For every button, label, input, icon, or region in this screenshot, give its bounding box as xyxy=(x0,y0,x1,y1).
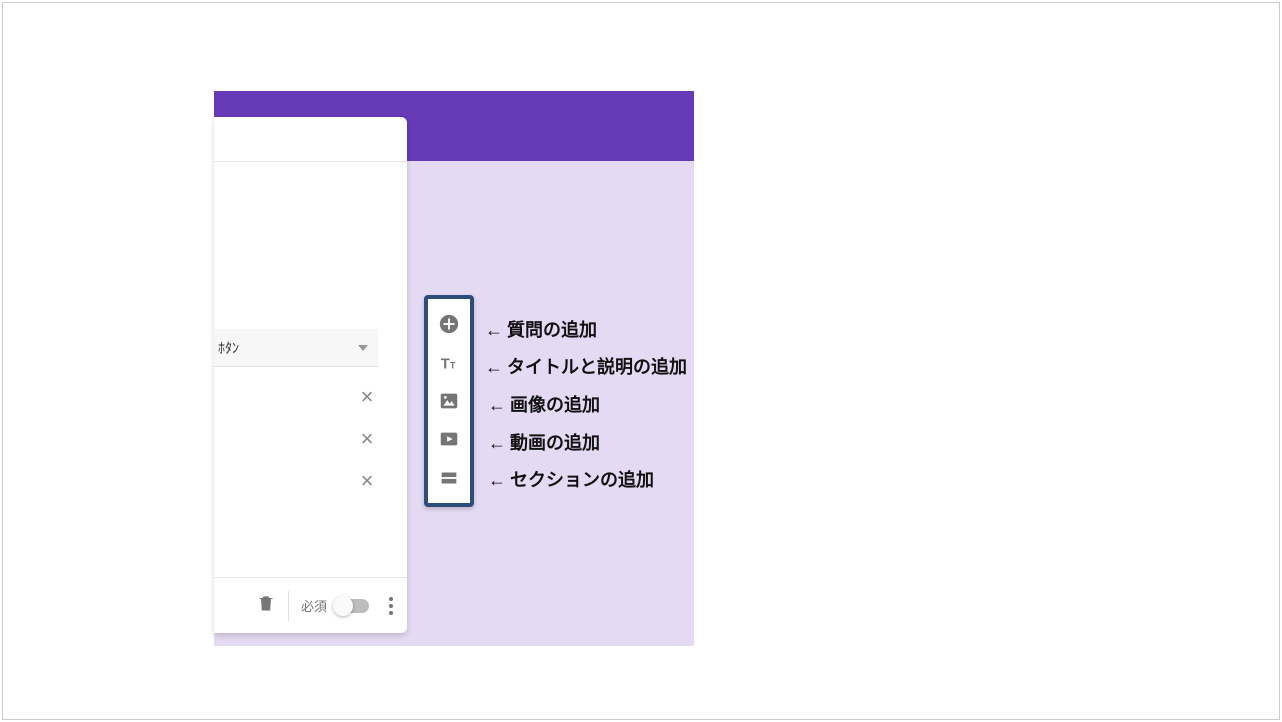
annotation-add-video: ←動画の追加 xyxy=(488,429,600,455)
remove-option-button[interactable]: × xyxy=(357,471,377,491)
add-title-desc-button[interactable]: TT xyxy=(433,347,465,379)
add-question-button[interactable] xyxy=(433,308,465,340)
add-image-button[interactable] xyxy=(433,385,465,417)
svg-text:T: T xyxy=(441,356,450,372)
outer-frame: ﾎﾀﾝ × × × 必須 TT xyxy=(2,2,1280,720)
add-video-button[interactable] xyxy=(433,423,465,455)
image-icon xyxy=(438,390,460,412)
dropdown-label: ﾎﾀﾝ xyxy=(218,338,239,358)
delete-button[interactable] xyxy=(256,593,276,618)
card-title-divider xyxy=(214,161,407,162)
trash-icon xyxy=(256,593,276,613)
footer-divider xyxy=(288,591,289,621)
remove-option-button[interactable]: × xyxy=(357,387,377,407)
question-card: ﾎﾀﾝ × × × 必須 xyxy=(214,117,407,633)
text-icon: TT xyxy=(438,352,460,374)
remove-option-button[interactable]: × xyxy=(357,429,377,449)
side-toolbar: TT xyxy=(424,295,474,507)
annotation-add-question: ←質問の追加 xyxy=(485,316,597,342)
video-icon xyxy=(438,428,460,450)
dropdown-caret-icon xyxy=(358,345,368,351)
annotation-add-section: ←セクションの追加 xyxy=(488,466,654,492)
question-type-dropdown[interactable]: ﾎﾀﾝ xyxy=(214,329,378,367)
annotation-add-title-desc: ←タイトルと説明の追加 xyxy=(485,353,687,379)
required-label: 必須 xyxy=(301,596,327,615)
more-options-button[interactable] xyxy=(383,597,399,615)
add-section-button[interactable] xyxy=(433,462,465,494)
section-icon xyxy=(438,467,460,489)
card-footer: 必須 xyxy=(214,577,407,633)
annotation-add-image: ←画像の追加 xyxy=(488,391,600,417)
plus-circle-icon xyxy=(438,313,460,335)
svg-text:T: T xyxy=(450,360,456,370)
required-toggle[interactable] xyxy=(335,599,369,613)
